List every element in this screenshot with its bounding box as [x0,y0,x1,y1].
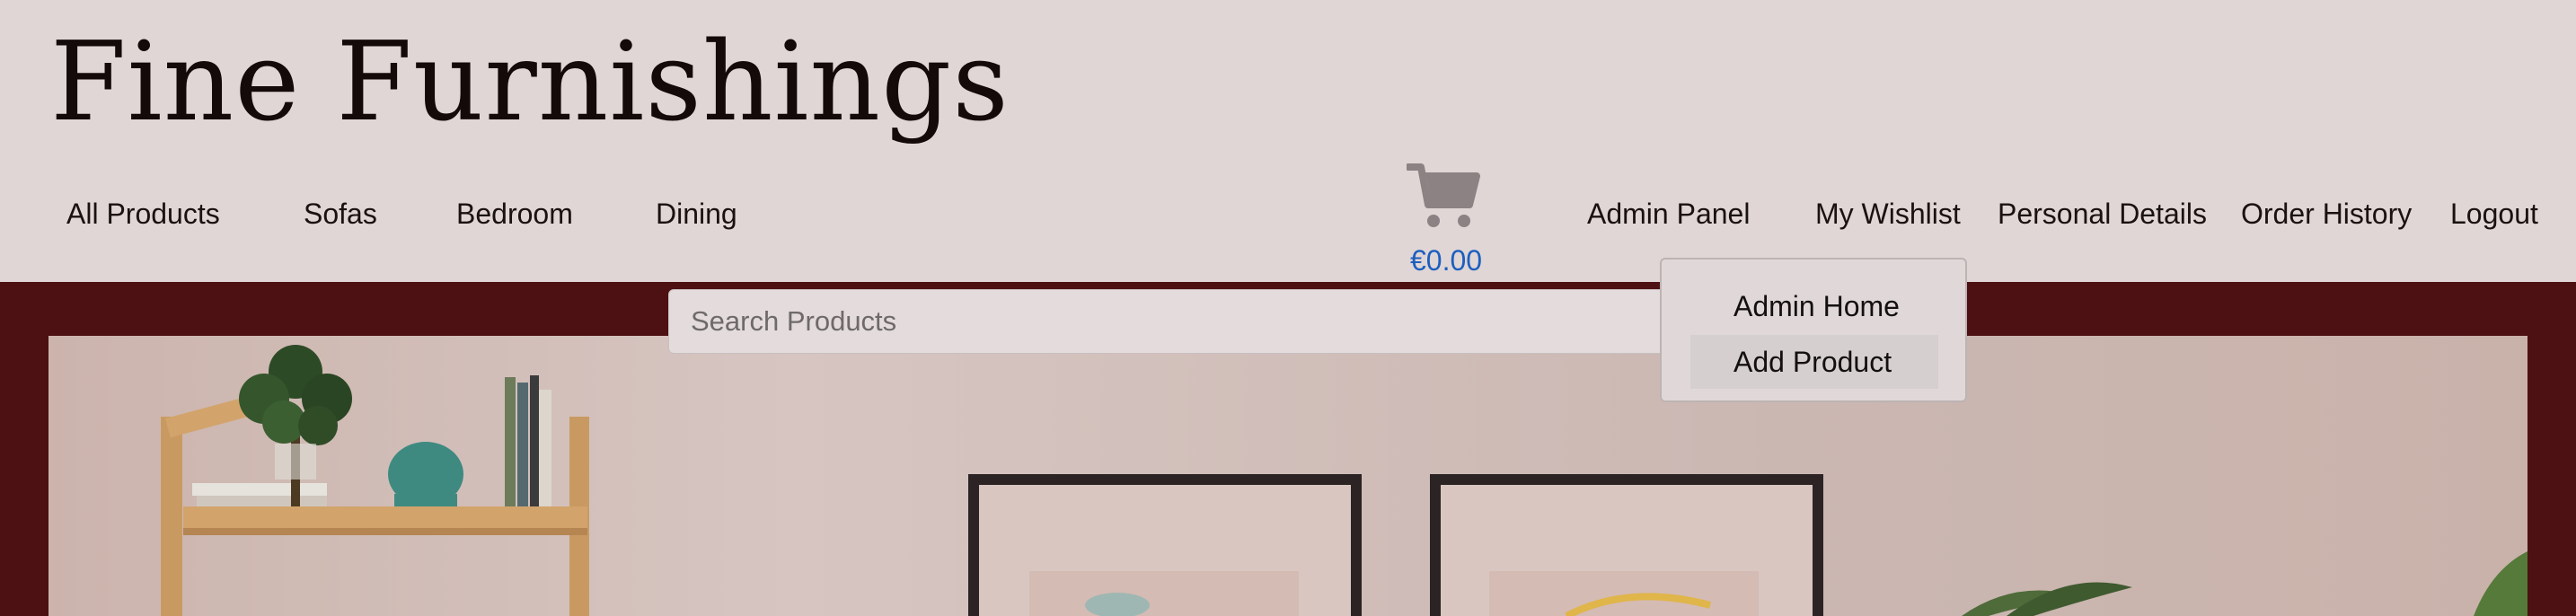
brand-title[interactable]: Fine Furnishings [50,27,1010,136]
site-header: Fine Furnishings All Products Sofas Bedr… [0,0,2576,282]
menu-item-admin-home[interactable]: Admin Home [1690,279,1938,333]
hero-illustration [161,345,2527,616]
cart-total[interactable]: €0.00 [1410,246,1482,275]
hero-image [49,336,2527,616]
shopping-cart-icon[interactable] [1405,162,1482,232]
search-input[interactable] [668,289,1672,354]
nav-all-products[interactable]: All Products [66,199,220,228]
nav-bedroom[interactable]: Bedroom [456,199,573,228]
nav-order-history[interactable]: Order History [2241,199,2412,228]
nav-logout[interactable]: Logout [2450,199,2538,228]
nav-personal-details[interactable]: Personal Details [1998,199,2207,228]
shopping-cart-icon-graphic [1405,163,1480,227]
nav-admin-panel[interactable]: Admin Panel [1587,199,1750,228]
nav-my-wishlist[interactable]: My Wishlist [1815,199,1961,228]
menu-item-add-product[interactable]: Add Product [1690,335,1938,389]
nav-dining[interactable]: Dining [656,199,737,228]
nav-sofas[interactable]: Sofas [304,199,377,228]
admin-dropdown-menu: Admin Home Add Product [1660,258,1967,402]
